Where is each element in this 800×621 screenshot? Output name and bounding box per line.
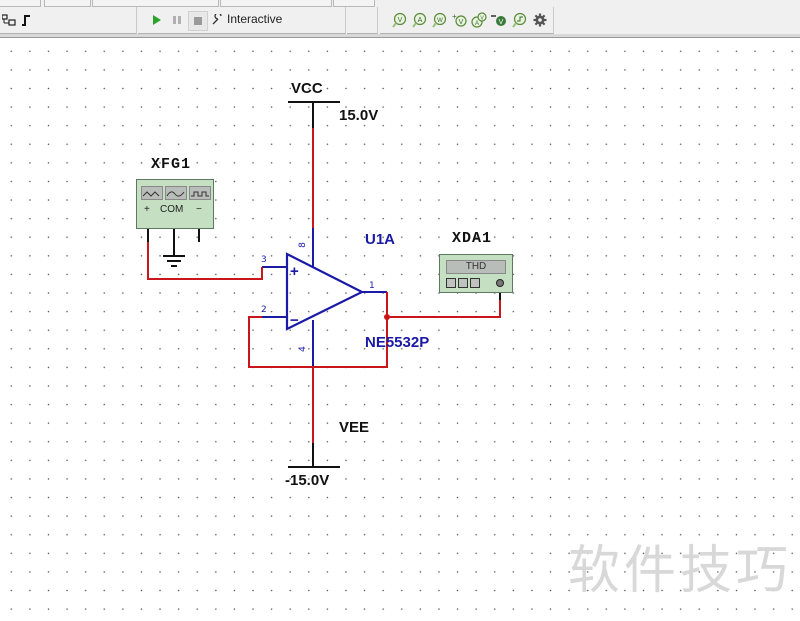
triangle-wave-icon xyxy=(141,186,163,200)
distortion-analyzer-ref: XDA1 xyxy=(452,230,493,247)
opamp-ref: U1A xyxy=(365,231,396,248)
wire-input[interactable] xyxy=(147,222,263,280)
square-wave-icon xyxy=(189,186,211,200)
vee-value: -15.0V xyxy=(285,472,330,489)
xda-button xyxy=(458,278,468,288)
vcc-value: 15.0V xyxy=(339,107,379,124)
xfg-plus-label: + xyxy=(144,204,150,215)
junction-dot xyxy=(384,314,390,320)
wire-feedback[interactable] xyxy=(248,292,388,368)
xfg-minus-label: − xyxy=(196,204,202,215)
xfg-com-label: COM xyxy=(160,204,184,215)
thd-display: THD xyxy=(446,260,506,274)
sine-wave-icon xyxy=(165,186,187,200)
distortion-analyzer[interactable]: THD xyxy=(439,254,513,293)
watermark: 软件技巧 xyxy=(568,541,793,601)
pin-number-4: 4 xyxy=(297,346,308,352)
function-generator[interactable]: + COM − xyxy=(136,179,214,229)
xda-button xyxy=(470,278,480,288)
xda-button xyxy=(446,278,456,288)
pin-number-2: 2 xyxy=(261,305,267,315)
pin-number-3: 3 xyxy=(261,255,267,265)
opamp-part: NE5532P xyxy=(365,334,430,351)
vcc-label: VCC xyxy=(291,80,323,97)
vee-label: VEE xyxy=(339,419,370,436)
noninv-symbol: + xyxy=(290,263,299,280)
pin-number-1: 1 xyxy=(369,281,375,291)
inv-symbol: − xyxy=(290,312,299,329)
pin-number-8: 8 xyxy=(297,242,308,248)
function-generator-ref: XFG1 xyxy=(151,156,192,173)
